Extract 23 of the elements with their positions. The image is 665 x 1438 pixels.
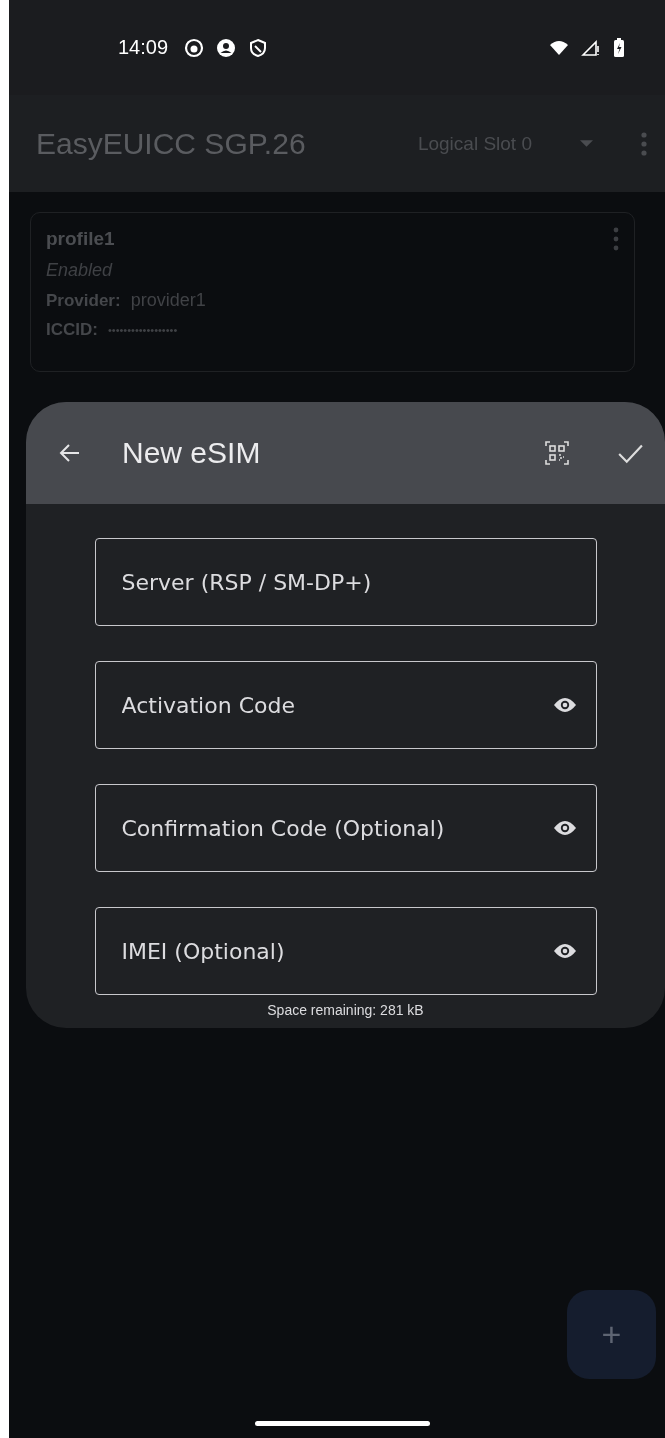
battery-icon xyxy=(613,37,625,58)
provider-label: Provider: xyxy=(46,290,121,311)
shield-icon xyxy=(248,37,269,58)
iccid-label: ICCID: xyxy=(46,320,98,340)
iccid-value: •••••••••••••••••• xyxy=(107,324,178,336)
input-field[interactable]: Server (RSP / SM-DP+) xyxy=(94,538,597,626)
account-icon xyxy=(216,37,237,58)
add-button[interactable]: + xyxy=(567,1290,656,1379)
status-time: 14:09 xyxy=(118,36,169,59)
input-field[interactable]: IMEI (Optional) xyxy=(94,907,597,995)
profile-name: profile1 xyxy=(46,228,115,250)
caret-icon xyxy=(580,140,593,147)
input-field[interactable]: Activation Code xyxy=(94,661,597,749)
eye-icon[interactable] xyxy=(552,943,577,959)
notification-icon xyxy=(184,37,205,58)
signal-icon xyxy=(581,37,601,58)
eye-icon[interactable] xyxy=(552,697,577,713)
qr-code-icon[interactable] xyxy=(545,441,569,465)
space-remaining-text: Space remaining: 281 kB xyxy=(267,1002,424,1018)
app-title: EasyEUICC SGP.26 xyxy=(36,126,307,161)
dialog-title: New eSIM xyxy=(122,436,261,470)
eye-icon[interactable] xyxy=(552,820,577,836)
input-field[interactable]: Confirmation Code (Optional) xyxy=(94,784,597,872)
